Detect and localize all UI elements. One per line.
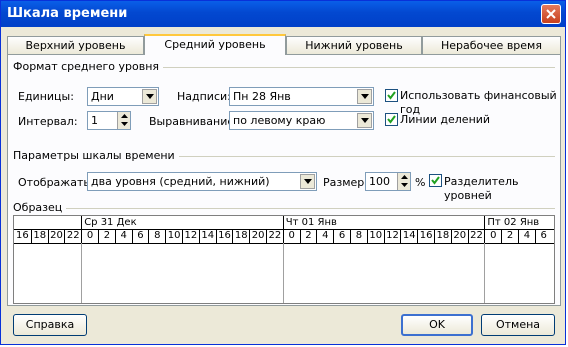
close-button[interactable] [541, 4, 561, 24]
tier-separator-checkbox[interactable] [429, 174, 442, 187]
preview-hour-cell: 10 [366, 229, 384, 243]
preview-day-divider [282, 243, 284, 303]
checkmark-icon [431, 176, 440, 185]
tier-separator-label: Разделитель уровней [444, 175, 519, 202]
preview-hour-cell: 22 [266, 229, 283, 243]
timescale-dialog: Шкала времени Верхний уровень Средний ур… [0, 0, 566, 345]
preview-hour-cell: 22 [64, 229, 81, 243]
sample-group-title: Образец [13, 201, 67, 214]
sample-group-line [13, 208, 555, 209]
preview-hour-cell: 16 [417, 229, 434, 243]
preview-day-cell: Ср 31 Дек [81, 216, 283, 229]
preview-hour-cell: 22 [467, 229, 485, 243]
size-stepper[interactable]: 100 [365, 172, 411, 191]
show-tiers-select[interactable]: два уровня (средний, нижний) [87, 172, 317, 191]
alignment-label: Выравнивание: [149, 115, 238, 128]
preview-hour-cell: 20 [249, 229, 266, 243]
units-label: Единицы: [18, 90, 74, 103]
preview-hour-cell: 2 [299, 229, 317, 243]
spin-up-icon[interactable] [401, 175, 408, 179]
chevron-down-icon [146, 94, 154, 99]
spin-up-icon[interactable] [121, 114, 128, 118]
size-unit: % [415, 176, 426, 189]
size-label: Размер: [323, 176, 368, 189]
preview-hour-cell: 18 [232, 229, 249, 243]
preview-hour-cell: 0 [484, 229, 501, 243]
fiscal-year-checkbox[interactable] [385, 89, 398, 102]
tab-bottom-tier[interactable]: Нижний уровень [286, 36, 422, 54]
preview-hour-cell: 0 [81, 229, 98, 243]
tick-lines-label: Линии делений [400, 113, 491, 126]
preview-hour-cell: 6 [131, 229, 149, 243]
preview-hour-cell: 16 [16, 230, 29, 241]
preview-hour-cell: 4 [316, 229, 333, 243]
labels-label: Надписи: [177, 90, 231, 103]
timescale-preview: Ср 31 Дек Чт 01 Янв Пт 02 Янв 16 18 20 22 0 2 4 6… [13, 215, 555, 304]
preview-hour-cell: 16 [215, 229, 233, 243]
preview-day-cell: Чт 01 Янв [282, 216, 485, 229]
format-group-title: Формат среднего уровня [13, 60, 164, 73]
preview-bottom-tier: 16 18 20 22 0 2 4 6 8 10 12 14 16 18 20 22 0 2 4 6 8 10 12 14 16… [14, 229, 554, 244]
preview-hour-cell: 20 [450, 229, 468, 243]
preview-hour-cell: 14 [400, 229, 417, 243]
spin-down-icon[interactable] [121, 122, 128, 126]
preview-day-divider [484, 243, 486, 303]
checkmark-icon [387, 115, 396, 124]
preview-day-cell: Пт 02 Янв [484, 216, 551, 229]
tab-strip: Верхний уровень Средний уровень Нижний у… [7, 34, 561, 55]
preview-hour-cell: 12 [182, 229, 199, 243]
preview-hour-cell: 20 [47, 229, 65, 243]
chevron-down-icon [361, 118, 369, 123]
preview-hour-cell: 8 [350, 229, 367, 243]
preview-hour-cell: 12 [383, 229, 401, 243]
preview-hour-cell: 6 [534, 229, 552, 243]
preview-hour-cell: 4 [114, 229, 132, 243]
ok-button[interactable]: OK [401, 314, 473, 336]
preview-hour-cell: 2 [98, 229, 115, 243]
scale-group-title: Параметры шкалы времени [13, 149, 179, 162]
interval-stepper[interactable]: 1 [87, 111, 131, 130]
preview-hour-cell: 8 [148, 229, 165, 243]
preview-hour-cell: 10 [165, 229, 182, 243]
close-icon [546, 9, 556, 19]
preview-hour-cell: 6 [333, 229, 350, 243]
spin-down-icon[interactable] [401, 183, 408, 187]
chevron-down-icon [304, 179, 312, 184]
tab-middle-tier[interactable]: Средний уровень [144, 34, 286, 55]
preview-hour-cell: 18 [30, 229, 48, 243]
checkmark-icon [387, 91, 396, 100]
labels-select[interactable]: Пн 28 Янв [229, 87, 374, 106]
interval-label: Интервал: [18, 115, 78, 128]
preview-day-divider [81, 243, 83, 303]
alignment-select[interactable]: по левому краю [229, 111, 374, 130]
tab-nonworking-time[interactable]: Нерабочее время [422, 36, 561, 54]
preview-hour-cell: 4 [518, 229, 535, 243]
show-label: Отображать: [18, 176, 94, 189]
preview-hour-cell: 18 [434, 229, 451, 243]
tab-top-tier[interactable]: Верхний уровень [7, 36, 144, 54]
preview-hour-cell: 0 [282, 229, 300, 243]
preview-hour-cell: 2 [501, 229, 518, 243]
window-title: Шкала времени [7, 6, 128, 21]
title-bar: Шкала времени [1, 1, 565, 27]
cancel-button[interactable]: Отмена [481, 314, 555, 336]
chevron-down-icon [361, 94, 369, 99]
tick-lines-checkbox[interactable] [385, 113, 398, 126]
preview-top-tier: Ср 31 Дек Чт 01 Янв Пт 02 Янв [14, 216, 554, 230]
preview-hour-cell: 14 [198, 229, 216, 243]
units-select[interactable]: Дни [87, 87, 159, 106]
help-button[interactable]: Справка [13, 314, 87, 336]
